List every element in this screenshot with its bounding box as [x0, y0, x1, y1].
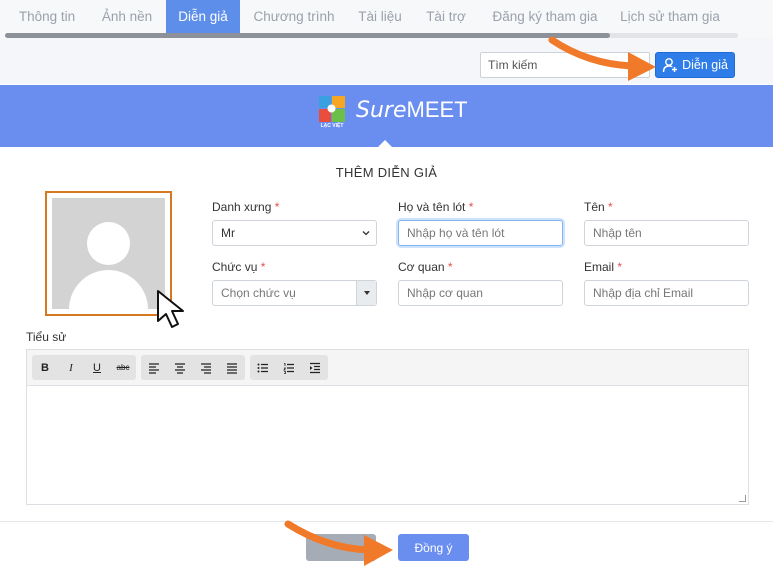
align-center-icon: [175, 362, 185, 374]
annotation-arrow-icon: [548, 36, 656, 81]
agree-button[interactable]: Đồng ý: [398, 534, 469, 561]
chevron-down-icon: [362, 231, 370, 236]
first-name-label: Tên *: [584, 200, 613, 214]
title-label: Danh xưng *: [212, 200, 280, 214]
add-speaker-button[interactable]: Diễn giả: [655, 52, 735, 78]
title-select-value: Mr: [221, 226, 235, 240]
brand-name-italic: Sure: [356, 98, 407, 123]
add-speaker-label: Diễn giả: [682, 58, 728, 72]
brand-name: SureMEET: [356, 97, 468, 123]
align-left-icon: [149, 362, 159, 374]
add-user-icon: [662, 58, 678, 73]
indent-icon: [310, 362, 320, 373]
avatar-upload[interactable]: [45, 191, 172, 316]
underline-button[interactable]: U: [84, 355, 110, 380]
position-dropdown-button[interactable]: [356, 281, 376, 305]
bullet-list-icon: [257, 363, 268, 372]
tab-info[interactable]: Thông tin: [8, 0, 86, 33]
bullet-list-button[interactable]: [250, 355, 276, 380]
tab-speakers[interactable]: Diễn giả: [166, 0, 240, 33]
organization-label: Cơ quan *: [398, 260, 453, 274]
bold-button[interactable]: B: [32, 355, 58, 380]
alignment-group: [141, 355, 245, 380]
italic-button[interactable]: I: [58, 355, 84, 380]
avatar-head: [87, 222, 130, 265]
align-right-button[interactable]: [193, 355, 219, 380]
brand-name-rest: MEET: [406, 97, 468, 122]
numbered-list-icon: [283, 362, 294, 374]
avatar-body: [69, 270, 148, 309]
indent-button[interactable]: [302, 355, 328, 380]
annotation-arrow-icon: [284, 520, 393, 566]
list-group: [250, 355, 328, 380]
email-input[interactable]: [584, 280, 749, 306]
last-name-input[interactable]: [398, 220, 563, 246]
caret-down-icon: [363, 291, 370, 295]
form-title: THÊM DIỄN GIẢ: [335, 165, 438, 180]
header-notch: [377, 140, 393, 148]
position-select-placeholder: Chọn chức vụ: [221, 286, 296, 300]
bio-label: Tiểu sử: [26, 330, 67, 344]
position-select[interactable]: Chọn chức vụ: [212, 280, 377, 306]
text-style-group: B I U abc: [32, 355, 136, 380]
align-center-button[interactable]: [167, 355, 193, 380]
first-name-input[interactable]: [584, 220, 749, 246]
mouse-cursor-icon: [157, 290, 184, 328]
tab-registration[interactable]: Đăng ký tham gia: [480, 0, 610, 33]
organization-input[interactable]: [398, 280, 563, 306]
top-tab-bar: Thông tin Ảnh nền Diễn giả Chương trình …: [0, 0, 773, 38]
lacviet-logo-icon: [319, 96, 345, 122]
tab-documents[interactable]: Tài liệu: [346, 0, 414, 33]
align-justify-icon: [227, 362, 237, 374]
align-left-button[interactable]: [141, 355, 167, 380]
editor-toolbar: B I U abc: [27, 350, 748, 386]
align-right-icon: [201, 362, 211, 374]
bio-editor[interactable]: B I U abc: [26, 349, 749, 505]
logo-tag: LẠC VIỆT: [320, 123, 344, 129]
tab-attendance-history[interactable]: Lịch sử tham gia: [612, 0, 728, 33]
align-justify-button[interactable]: [219, 355, 245, 380]
last-name-label: Họ và tên lót *: [398, 200, 474, 214]
tab-sponsors[interactable]: Tài trợ: [416, 0, 476, 33]
avatar-placeholder: [52, 198, 165, 309]
editor-resize-handle[interactable]: [739, 495, 746, 502]
email-label: Email *: [584, 260, 623, 274]
strikethrough-button[interactable]: abc: [110, 355, 136, 380]
tab-background[interactable]: Ảnh nền: [90, 0, 164, 33]
tab-program[interactable]: Chương trình: [244, 0, 344, 33]
title-select[interactable]: Mr: [212, 220, 377, 246]
position-label: Chức vụ *: [212, 260, 266, 274]
numbered-list-button[interactable]: [276, 355, 302, 380]
